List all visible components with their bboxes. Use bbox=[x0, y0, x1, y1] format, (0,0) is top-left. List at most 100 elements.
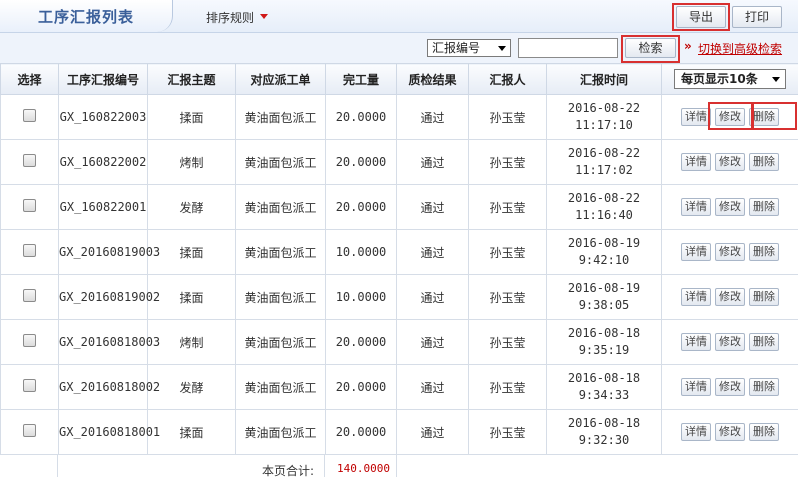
detail-button[interactable]: 详情 bbox=[681, 243, 711, 261]
footer-divider bbox=[57, 455, 58, 477]
row-checkbox[interactable] bbox=[23, 424, 36, 437]
delete-button[interactable]: 删除 bbox=[749, 198, 779, 216]
edit-highlight bbox=[708, 102, 753, 130]
table-row: GX_20160818003烤制黄油面包派工20.0000通过孙玉莹2016-0… bbox=[1, 320, 798, 365]
print-button[interactable]: 打印 bbox=[732, 6, 782, 28]
completed-qty: 20.0000 bbox=[326, 410, 397, 455]
report-code[interactable]: GX_20160819003 bbox=[59, 230, 148, 275]
chevron-down-icon bbox=[498, 46, 506, 51]
search-field-value: 汇报编号 bbox=[432, 41, 480, 55]
report-subject: 发酵 bbox=[148, 185, 236, 230]
delete-button[interactable]: 删除 bbox=[749, 243, 779, 261]
delete-button[interactable]: 删除 bbox=[749, 288, 779, 306]
table-header-row: 选择 工序汇报编号 汇报主题 对应派工单 完工量 质检结果 汇报人 汇报时间 每… bbox=[1, 64, 798, 95]
table-row: GX_20160819003揉面黄油面包派工10.0000通过孙玉莹2016-0… bbox=[1, 230, 798, 275]
delete-button[interactable]: 删除 bbox=[749, 153, 779, 171]
qc-result: 通过 bbox=[397, 365, 469, 410]
search-input[interactable] bbox=[518, 38, 618, 58]
advanced-search-link[interactable]: 切换到高级检索 bbox=[698, 40, 782, 57]
detail-button[interactable]: 详情 bbox=[681, 153, 711, 171]
edit-button[interactable]: 修改 bbox=[715, 198, 745, 216]
detail-button[interactable]: 详情 bbox=[681, 333, 711, 351]
report-subject: 揉面 bbox=[148, 230, 236, 275]
title-tab: 工序汇报列表 bbox=[0, 0, 173, 32]
column-header-order: 对应派工单 bbox=[236, 64, 326, 95]
row-actions: 详情修改删除 bbox=[662, 410, 798, 455]
detail-button[interactable]: 详情 bbox=[681, 423, 711, 441]
table-row: GX_20160819002揉面黄油面包派工10.0000通过孙玉莹2016-0… bbox=[1, 275, 798, 320]
search-field-select[interactable]: 汇报编号 bbox=[427, 39, 511, 57]
qc-result: 通过 bbox=[397, 95, 469, 140]
row-checkbox[interactable] bbox=[23, 199, 36, 212]
per-page-select[interactable]: 每页显示10条 bbox=[674, 69, 786, 89]
edit-button[interactable]: 修改 bbox=[715, 243, 745, 261]
delete-button[interactable]: 删除 bbox=[749, 423, 779, 441]
work-order: 黄油面包派工 bbox=[236, 275, 326, 320]
column-header-qc: 质检结果 bbox=[397, 64, 469, 95]
detail-button[interactable]: 详情 bbox=[681, 108, 711, 126]
detail-button[interactable]: 详情 bbox=[681, 198, 711, 216]
edit-button[interactable]: 修改 bbox=[715, 153, 745, 171]
work-order: 黄油面包派工 bbox=[236, 95, 326, 140]
report-table: 选择 工序汇报编号 汇报主题 对应派工单 完工量 质检结果 汇报人 汇报时间 每… bbox=[0, 63, 798, 455]
row-actions: 详情修改删除 bbox=[662, 365, 798, 410]
row-checkbox[interactable] bbox=[23, 109, 36, 122]
column-header-time: 汇报时间 bbox=[547, 64, 662, 95]
report-code[interactable]: GX_20160818001 bbox=[59, 410, 148, 455]
work-order: 黄油面包派工 bbox=[236, 185, 326, 230]
row-checkbox[interactable] bbox=[23, 334, 36, 347]
row-checkbox[interactable] bbox=[23, 244, 36, 257]
reporter: 孙玉莹 bbox=[469, 230, 547, 275]
row-select-cell bbox=[1, 410, 59, 455]
report-code[interactable]: GX_160822001 bbox=[59, 185, 148, 230]
report-code[interactable]: GX_20160819002 bbox=[59, 275, 148, 320]
delete-button[interactable]: 删除 bbox=[749, 378, 779, 396]
caret-down-icon[interactable] bbox=[260, 14, 268, 19]
row-select-cell bbox=[1, 140, 59, 185]
column-header-reporter: 汇报人 bbox=[469, 64, 547, 95]
row-checkbox[interactable] bbox=[23, 154, 36, 167]
report-code[interactable]: GX_160822002 bbox=[59, 140, 148, 185]
work-order: 黄油面包派工 bbox=[236, 410, 326, 455]
report-time: 2016-08-22 11:17:02 bbox=[547, 140, 662, 185]
table-row: GX_160822001发酵黄油面包派工20.0000通过孙玉莹2016-08-… bbox=[1, 185, 798, 230]
row-select-cell bbox=[1, 230, 59, 275]
delete-highlight bbox=[752, 102, 797, 130]
page-total-label: 本页合计: bbox=[262, 462, 314, 479]
qc-result: 通过 bbox=[397, 140, 469, 185]
row-select-cell bbox=[1, 185, 59, 230]
detail-button[interactable]: 详情 bbox=[681, 288, 711, 306]
work-order: 黄油面包派工 bbox=[236, 365, 326, 410]
reporter: 孙玉莹 bbox=[469, 410, 547, 455]
export-button[interactable]: 导出 bbox=[676, 6, 726, 28]
row-select-cell bbox=[1, 365, 59, 410]
report-subject: 烤制 bbox=[148, 140, 236, 185]
report-time: 2016-08-22 11:17:10 bbox=[547, 95, 662, 140]
report-subject: 揉面 bbox=[148, 275, 236, 320]
reporter: 孙玉莹 bbox=[469, 140, 547, 185]
chevron-down-icon bbox=[772, 77, 780, 82]
edit-button[interactable]: 修改 bbox=[715, 423, 745, 441]
title-bar: 工序汇报列表 排序规则 导出 打印 bbox=[0, 0, 798, 33]
table-row: GX_160822003揉面黄油面包派工20.0000通过孙玉莹2016-08-… bbox=[1, 95, 798, 140]
completed-qty: 20.0000 bbox=[326, 320, 397, 365]
double-chevron-right-icon: » bbox=[684, 39, 692, 53]
table-row: GX_160822002烤制黄油面包派工20.0000通过孙玉莹2016-08-… bbox=[1, 140, 798, 185]
page-total-value: 140.0000 bbox=[337, 462, 390, 475]
row-checkbox[interactable] bbox=[23, 289, 36, 302]
delete-button[interactable]: 删除 bbox=[749, 333, 779, 351]
row-select-cell bbox=[1, 275, 59, 320]
edit-button[interactable]: 修改 bbox=[715, 288, 745, 306]
row-checkbox[interactable] bbox=[23, 379, 36, 392]
report-code[interactable]: GX_160822003 bbox=[59, 95, 148, 140]
edit-button[interactable]: 修改 bbox=[715, 333, 745, 351]
report-code[interactable]: GX_20160818003 bbox=[59, 320, 148, 365]
edit-button[interactable]: 修改 bbox=[715, 378, 745, 396]
work-order: 黄油面包派工 bbox=[236, 140, 326, 185]
report-subject: 发酵 bbox=[148, 365, 236, 410]
search-button[interactable]: 检索 bbox=[625, 38, 676, 58]
detail-button[interactable]: 详情 bbox=[681, 378, 711, 396]
row-select-cell bbox=[1, 320, 59, 365]
sort-rule-dropdown[interactable]: 排序规则 bbox=[206, 9, 254, 26]
report-code[interactable]: GX_20160818002 bbox=[59, 365, 148, 410]
